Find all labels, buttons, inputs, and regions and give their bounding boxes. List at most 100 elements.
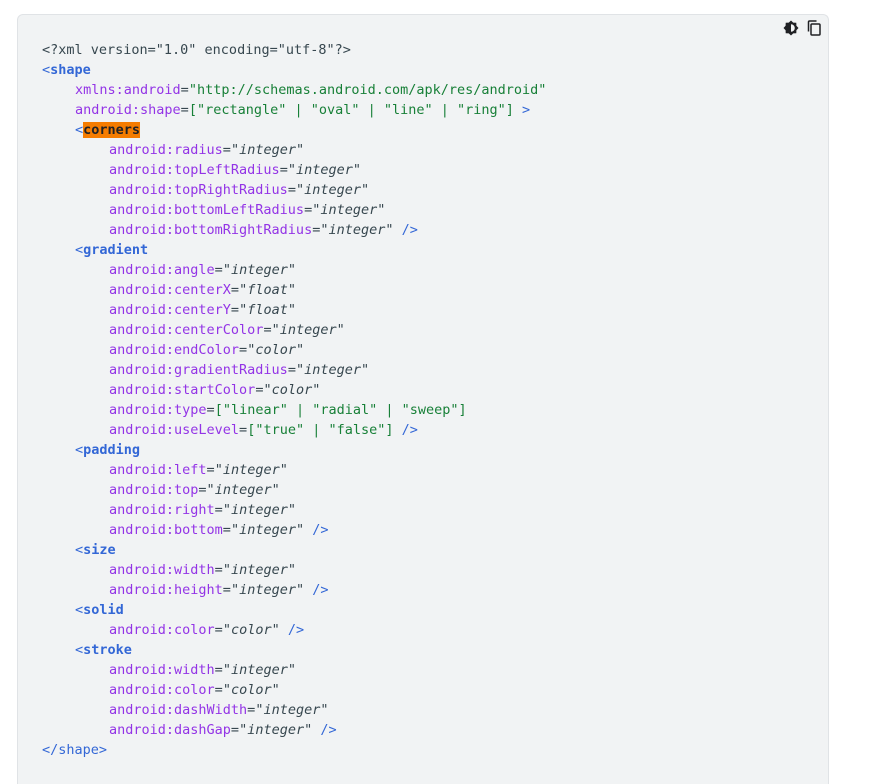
attr-name: android:width [109, 562, 215, 578]
quote: " [239, 302, 248, 318]
attr-name: android:bottomLeftRadius [109, 202, 305, 218]
attr-value: integer [263, 702, 321, 718]
stroke-tag: stroke [83, 642, 132, 658]
attr-line: android:gradientRadius="integer" [42, 360, 546, 380]
attr-line: android:useLevel=["true" | "false"] /> [42, 420, 546, 440]
equals-sign: = [214, 682, 223, 698]
dark-mode-toggle-icon[interactable] [782, 19, 799, 36]
attr-line: android:centerY="float" [42, 300, 546, 320]
code-block: <?xml version="1.0" encoding="utf-8"?> <s… [17, 14, 829, 784]
quote: " [222, 562, 231, 578]
attr-line: android:top="integer" [42, 480, 546, 500]
equals-sign: = [279, 162, 288, 178]
quote: " [295, 362, 305, 378]
quote: " [287, 562, 296, 578]
equals-sign: = [304, 202, 313, 218]
shape-open-line: <shape [42, 62, 91, 78]
code-listing: <?xml version="1.0" encoding="utf-8"?> <s… [42, 40, 546, 760]
attr-line: android:dashGap="integer" /> [42, 720, 546, 740]
quote: " [222, 662, 231, 678]
attr-line: android:width="integer" [42, 660, 546, 680]
attr-value: integer [304, 182, 361, 198]
attr-value: integer [320, 202, 378, 218]
attr-name: android:centerX [109, 282, 231, 298]
attr-line: android:bottom="integer" /> [42, 520, 546, 540]
attr-name: android:endColor [109, 342, 240, 358]
equals-sign: = [263, 322, 272, 338]
attr-value: ["true" | "false"] [247, 422, 394, 438]
attr-value: color [255, 342, 296, 358]
quote: " [222, 622, 231, 638]
attr-name: android:dashGap [109, 722, 231, 738]
attr-name: android:right [109, 502, 215, 518]
attr-line: android:topRightRadius="integer" [42, 180, 546, 200]
shape-xmlns-line: xmlns:android="http://schemas.android.co… [75, 82, 547, 98]
padding-tag: padding [83, 442, 141, 458]
shape-tag: shape [50, 62, 91, 78]
quote: " [385, 222, 394, 238]
quote: " [230, 522, 240, 538]
equals-sign: = [239, 422, 248, 438]
quote: " [214, 462, 223, 478]
attr-name: android:width [109, 662, 215, 678]
attr-line: android:dashWidth="integer" [42, 700, 546, 720]
xml-prolog: <?xml version="1.0" encoding="utf-8"?> [42, 42, 351, 58]
self-close: /> [279, 622, 305, 638]
quote: " [287, 282, 296, 298]
equals-sign: = [287, 362, 296, 378]
padding-open-line: <padding [75, 442, 141, 458]
equals-sign: = [230, 282, 240, 298]
attr-line: android:color="color" /> [42, 620, 546, 640]
solid-open-line: <solid [75, 602, 124, 618]
equals-sign: = [214, 262, 223, 278]
quote: " [295, 342, 305, 358]
attr-value: integer [222, 462, 280, 478]
attr-name: android:color [109, 622, 215, 638]
quote: " [271, 482, 280, 498]
attr-name: android:centerY [109, 302, 231, 318]
attr-line: android:angle="integer" [42, 260, 546, 280]
attr-line: android:height="integer" /> [42, 580, 546, 600]
attr-line: android:topLeftRadius="integer" [42, 160, 546, 180]
shape-close-line: </shape> [42, 742, 108, 758]
attr-name: android:left [109, 462, 207, 478]
quote: " [361, 182, 370, 198]
gradient-open-line: <gradient [75, 242, 149, 258]
code-toolbar [782, 19, 822, 36]
attr-line: android:bottomRightRadius="integer" /> [42, 220, 546, 240]
attr-value: ["linear" | "radial" | "sweep"] [214, 402, 467, 418]
quote: " [352, 162, 362, 178]
attr-line: android:color="color" [42, 680, 546, 700]
size-tag: size [83, 542, 116, 558]
equals-sign: = [222, 582, 231, 598]
quote: " [287, 262, 296, 278]
attr-name: android:topRightRadius [109, 182, 288, 198]
attr-name: android:bottom [109, 522, 223, 538]
attr-name: android:bottomRightRadius [109, 222, 313, 238]
quote: " [222, 262, 231, 278]
attr-line: android:endColor="color" [42, 340, 546, 360]
equals-sign: = [222, 142, 231, 158]
quote: " [295, 182, 305, 198]
self-close: /> [304, 522, 329, 538]
solid-tag: solid [83, 602, 124, 618]
quote: " [361, 362, 370, 378]
quote: " [230, 582, 240, 598]
attr-name: android:color [109, 682, 215, 698]
stroke-open-line: <stroke [75, 642, 132, 658]
equals-sign: = [214, 502, 223, 518]
self-close: /> [393, 422, 418, 438]
attr-name: android:angle [109, 262, 215, 278]
attr-name: android:top [109, 482, 199, 498]
copy-icon[interactable] [805, 19, 822, 36]
quote: " [287, 502, 296, 518]
equals-sign: = [198, 482, 207, 498]
attr-line: android:startColor="color" [42, 380, 546, 400]
attr-name: android:shape [75, 102, 181, 118]
quote: " [271, 682, 280, 698]
quote: " [239, 722, 248, 738]
quote: " [222, 502, 231, 518]
quote: " [287, 302, 296, 318]
size-open-line: <size [75, 542, 116, 558]
attr-name: android:useLevel [109, 422, 240, 438]
